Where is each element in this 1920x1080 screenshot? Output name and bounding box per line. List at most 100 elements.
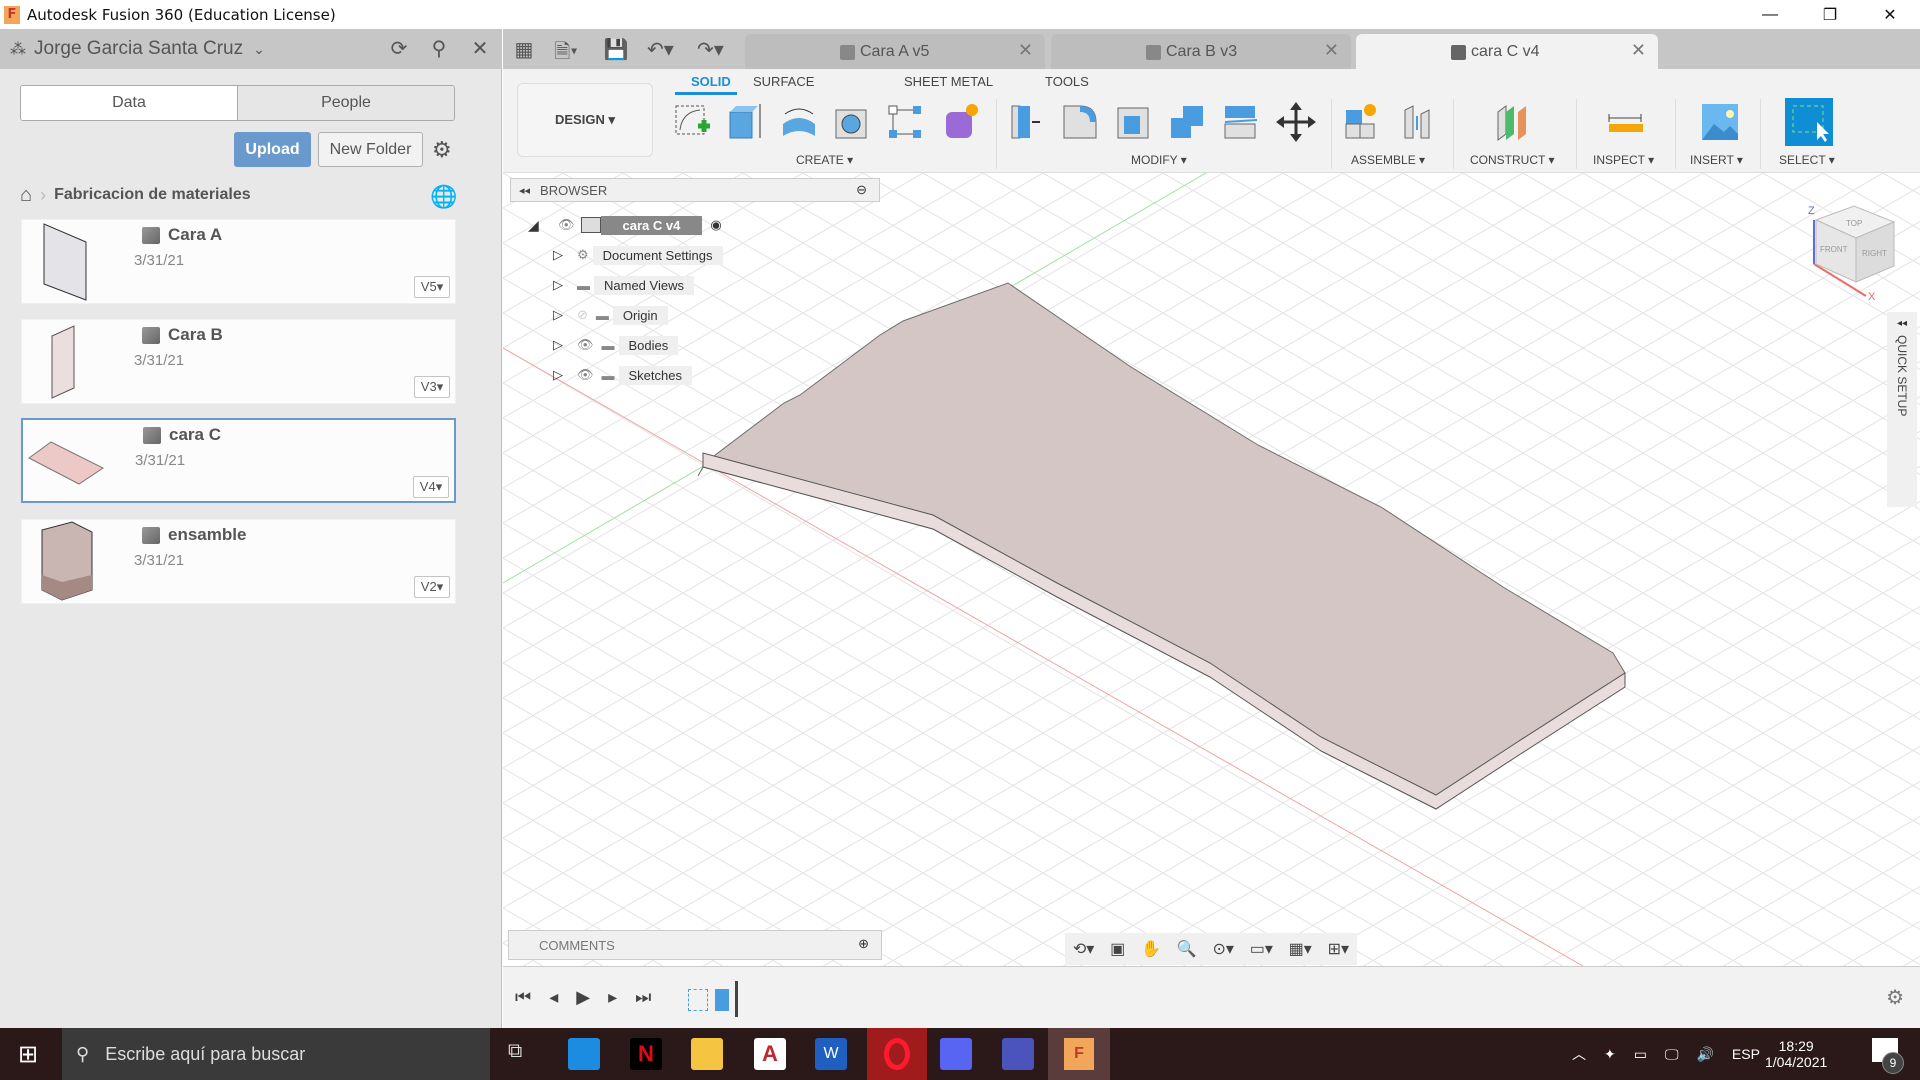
grid-settings-icon[interactable]: ▦▾ (1289, 939, 1312, 959)
app-grid-icon[interactable]: ▦ (511, 37, 537, 62)
expand-triangle-icon[interactable]: ▷ (553, 337, 577, 353)
save-icon[interactable]: 💾 (603, 37, 629, 62)
activate-radio-icon[interactable]: ◉ (710, 217, 721, 233)
task-view-icon[interactable]: ⧉ (508, 1040, 522, 1063)
show-hidden-icons-chevron[interactable]: ︿ (1572, 1044, 1586, 1064)
quick-setup-panel[interactable]: ◂◂ QUICK SETUP (1887, 312, 1917, 507)
new-component-icon[interactable] (1341, 101, 1383, 143)
extrude-icon[interactable] (723, 101, 765, 143)
viewcube-front-face[interactable]: FRONT (1820, 245, 1848, 254)
eye-icon[interactable]: 👁 (577, 367, 594, 383)
windows-start-icon[interactable]: ⊞ (18, 1040, 38, 1069)
expand-icon[interactable]: ◂◂ (1887, 318, 1917, 329)
shell-icon[interactable] (1113, 101, 1155, 143)
look-at-icon[interactable]: ▣ (1110, 939, 1125, 959)
undo-icon[interactable]: ↶▾ (647, 37, 674, 62)
collapse-browser-icon[interactable]: ◂◂ (519, 184, 530, 197)
viewcube-right-face[interactable]: RIGHT (1862, 249, 1887, 258)
expand-triangle-icon[interactable]: ▷ (553, 367, 577, 383)
expand-triangle-icon[interactable]: ▷ (553, 277, 577, 293)
taskbar-search[interactable]: ⚲ Escribe aquí para buscar (62, 1028, 490, 1080)
viewcube-top-face[interactable]: TOP (1846, 219, 1862, 228)
close-panel-icon[interactable]: ✕ (468, 37, 492, 61)
clock[interactable]: 18:29 1/04/2021 (1765, 1028, 1827, 1080)
go-to-start-icon[interactable]: ⏮ (515, 987, 531, 1008)
browser-item[interactable]: ▷ ⚙ Document Settings (553, 244, 723, 266)
step-forward-icon[interactable]: ▸ (608, 987, 617, 1008)
file-card[interactable]: ensamble 3/31/21 V2▾ (21, 519, 456, 604)
user-name[interactable]: Jorge Garcia Santa Cruz (34, 38, 243, 60)
measure-icon[interactable] (1604, 101, 1646, 143)
close-tab-icon[interactable]: ✕ (1018, 40, 1033, 61)
tab-solid[interactable]: SOLID (691, 74, 731, 89)
version-dropdown[interactable]: V5▾ (414, 276, 450, 298)
joint-icon[interactable] (1396, 101, 1438, 143)
language-indicator[interactable]: ESP (1732, 1046, 1760, 1062)
netflix-app-icon[interactable]: N (630, 1038, 662, 1070)
revolve-icon[interactable] (778, 101, 820, 143)
play-icon[interactable]: ▶ (576, 987, 590, 1008)
pattern-icon[interactable] (884, 101, 926, 143)
word-app-icon[interactable]: W (815, 1038, 847, 1070)
construct-menu[interactable]: CONSTRUCT ▾ (1470, 153, 1554, 167)
file-menu-icon[interactable]: 🗎▾ (553, 37, 579, 71)
doc-tab[interactable]: Cara B v3 ✕ (1051, 34, 1351, 69)
timeline-settings-gear-icon[interactable]: ⚙ (1886, 985, 1904, 1010)
refresh-icon[interactable]: ⟳ (387, 37, 411, 61)
workspace-dropdown[interactable]: DESIGN ▾ (517, 83, 653, 157)
assemble-menu[interactable]: ASSEMBLE ▾ (1351, 153, 1425, 167)
pan-icon[interactable]: ✋ (1141, 939, 1161, 959)
version-dropdown[interactable]: V2▾ (414, 576, 450, 598)
network-icon[interactable]: 🖵 (1665, 1046, 1679, 1063)
zoom-icon[interactable]: 🔍 (1177, 939, 1197, 959)
display-settings-icon[interactable]: ▭▾ (1250, 939, 1273, 959)
file-card-selected[interactable]: cara C 3/31/21 V4▾ (21, 418, 456, 503)
minimize-button[interactable]: — (1740, 0, 1800, 29)
expand-triangle-icon[interactable]: ▷ (553, 247, 577, 263)
browser-item[interactable]: ▷ ⊘ ▬ Origin (553, 304, 668, 326)
insert-menu[interactable]: INSERT ▾ (1690, 153, 1743, 167)
dropbox-icon[interactable]: ✦ (1604, 1046, 1616, 1063)
comments-panel[interactable]: COMMENTS ⊕ (508, 930, 882, 960)
close-tab-icon[interactable]: ✕ (1324, 40, 1339, 61)
fillet-icon[interactable] (1059, 101, 1101, 143)
go-to-end-icon[interactable]: ⏭ (635, 987, 651, 1008)
file-explorer-icon[interactable] (691, 1038, 723, 1070)
create-form-icon[interactable] (939, 101, 981, 143)
browser-root[interactable]: ◢ 👁 cara C v4 ◉ (528, 214, 722, 236)
mail-app-icon[interactable] (568, 1038, 600, 1070)
upload-button[interactable]: Upload (234, 132, 311, 167)
modify-menu[interactable]: MODIFY ▾ (1131, 153, 1187, 167)
move-icon[interactable] (1275, 101, 1317, 143)
eye-hidden-icon[interactable]: ⊘ (577, 307, 588, 323)
tab-sheet-metal[interactable]: SHEET METAL (904, 74, 993, 89)
autocad-app-icon[interactable]: A (754, 1038, 786, 1070)
inspect-menu[interactable]: INSPECT ▾ (1593, 153, 1654, 167)
tab-tools[interactable]: TOOLS (1045, 74, 1089, 89)
globe-visibility-icon[interactable]: 🌐 (430, 184, 457, 210)
3d-viewport[interactable] (503, 173, 1920, 966)
tab-people[interactable]: People (238, 86, 454, 120)
file-card[interactable]: Cara B 3/31/21 V3▾ (21, 319, 456, 404)
eye-icon[interactable]: 👁 (558, 217, 575, 233)
tab-data[interactable]: Data (21, 86, 238, 120)
combine-icon[interactable] (1166, 101, 1208, 143)
create-sketch-icon[interactable] (671, 101, 713, 143)
offset-plane-icon[interactable] (1491, 101, 1533, 143)
orbit-icon[interactable]: ⟲▾ (1073, 939, 1094, 959)
press-pull-icon[interactable] (1005, 101, 1047, 143)
viewcube[interactable]: TOP FRONT RIGHT Z X (1806, 200, 1896, 303)
battery-icon[interactable]: ▭ (1634, 1046, 1647, 1063)
browser-item[interactable]: ▷ 👁 ▬ Bodies (553, 334, 679, 356)
search-icon[interactable]: ⚲ (427, 37, 451, 61)
volume-icon[interactable]: 🔊 (1696, 1046, 1713, 1063)
select-menu[interactable]: SELECT ▾ (1779, 153, 1835, 167)
eye-icon[interactable]: 👁 (577, 337, 594, 353)
tab-surface[interactable]: SURFACE (753, 74, 814, 89)
expand-triangle-icon[interactable]: ▷ (553, 307, 577, 323)
opera-app-icon[interactable] (867, 1028, 927, 1080)
close-window-button[interactable]: ✕ (1860, 0, 1920, 29)
insert-image-icon[interactable] (1699, 101, 1741, 143)
redo-icon[interactable]: ↷▾ (697, 37, 724, 62)
teams-app-icon[interactable] (1002, 1038, 1034, 1070)
